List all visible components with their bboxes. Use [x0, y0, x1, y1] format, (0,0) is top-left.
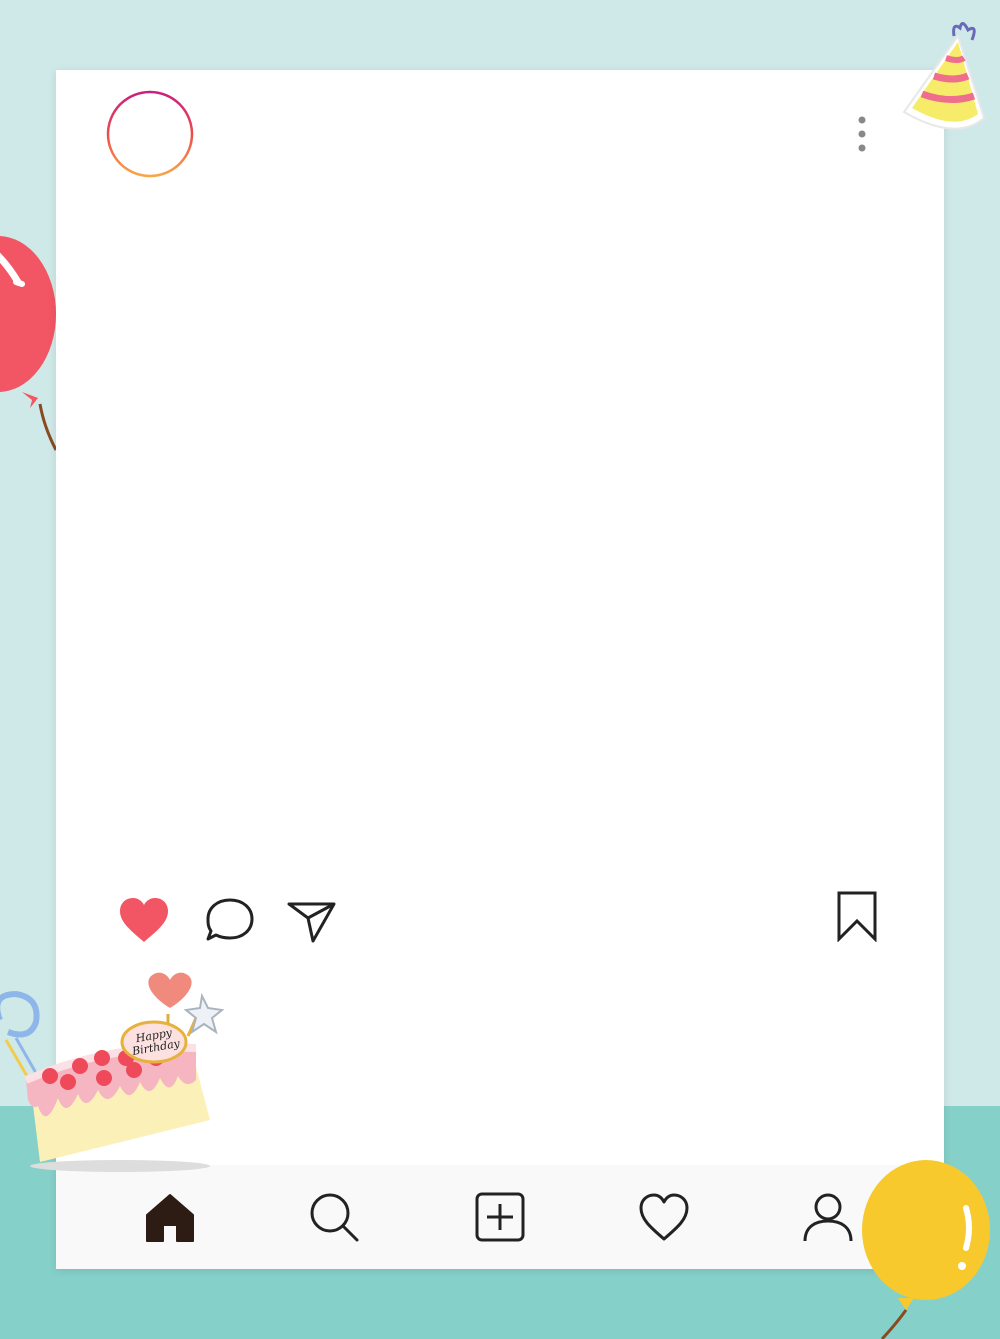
bottom-nav-bar: [56, 1165, 944, 1269]
heart-filled-icon[interactable]: [118, 896, 170, 944]
heart-outline-icon[interactable]: [638, 1191, 690, 1243]
add-post-icon[interactable]: [474, 1191, 526, 1243]
search-icon[interactable]: [308, 1191, 360, 1243]
cake-illustration: [0, 972, 225, 1172]
comment-bubble-icon[interactable]: [204, 896, 256, 944]
paper-plane-icon[interactable]: [286, 896, 338, 944]
profile-icon[interactable]: [802, 1191, 854, 1243]
home-icon[interactable]: [144, 1191, 196, 1243]
party-hat-decoration: [902, 22, 986, 130]
story-ring-avatar[interactable]: [106, 90, 194, 178]
more-vertical-icon[interactable]: [854, 114, 870, 154]
yellow-balloon-decoration: [862, 1160, 990, 1339]
birthday-cake-decoration: Happy Birthday: [0, 970, 230, 1180]
bookmark-icon[interactable]: [836, 890, 878, 942]
